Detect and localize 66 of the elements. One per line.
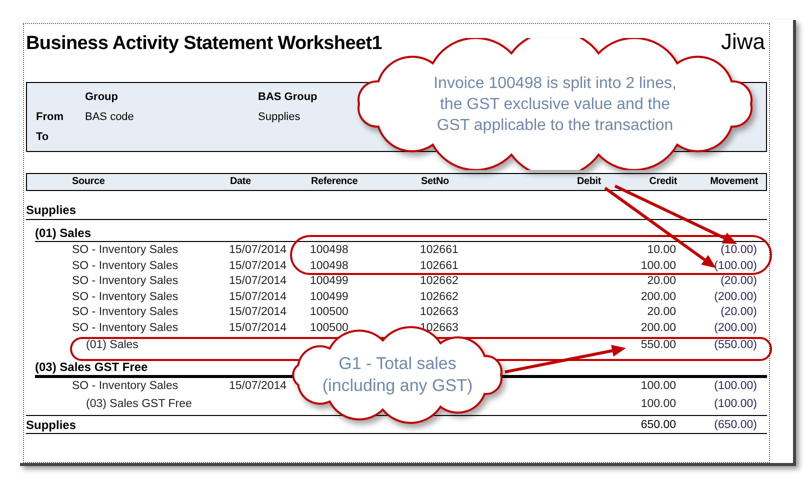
filter-label: To — [35, 130, 50, 145]
source-cell-text: SO - Inventory Sales — [71, 305, 180, 320]
credit-cell-text: 200.00 — [640, 290, 676, 304]
reference-cell-text: 100498 — [310, 243, 350, 258]
setno-cell-text: 102662 — [420, 290, 460, 304]
credit-cell-text: 550.00 — [640, 338, 676, 353]
subtotal-label: (03) Sales GST Free — [86, 398, 192, 410]
date-cell-text: 15/07/2014 — [229, 274, 288, 289]
credit-cell-text: 10.00 — [646, 243, 676, 258]
movement-cell-text: (650.00) — [713, 418, 757, 432]
column-header: Movement — [709, 175, 758, 189]
date-cell-text: 15/07/2014 — [229, 320, 288, 336]
date-cell-text: 15/07/2014 — [229, 290, 288, 304]
credit-cell-text: 100.00 — [640, 258, 676, 274]
column-header: Reference — [311, 175, 359, 189]
credit-cell-text: 20.00 — [646, 274, 676, 289]
column-header: Debit — [576, 175, 601, 189]
source-cell-text: SO - Inventory Sales — [71, 379, 180, 394]
movement-cell-text: (20.00) — [720, 305, 757, 320]
movement-cell-text: (200.00) — [713, 320, 757, 336]
source-cell-text: SO - Inventory Sales — [71, 320, 180, 336]
source-cell-text: SO - Inventory Sales — [71, 274, 180, 289]
date-cell-text: 15/07/2014 — [229, 243, 288, 258]
filter-label: From — [35, 110, 64, 125]
source-cell-text: SO - Inventory Sales — [71, 243, 180, 258]
logo: Jiwa — [720, 30, 765, 54]
reference-cell-text: 100500 — [310, 320, 350, 336]
column-header: Credit — [648, 175, 677, 189]
filter-value: Supplies — [258, 110, 302, 125]
setno-cell-text: 102661 — [420, 258, 460, 274]
source-cell-text: SO - Inventory Sales — [71, 258, 180, 274]
reference-cell-text: 100498 — [310, 258, 350, 274]
reference-cell-text: 100499 — [310, 290, 350, 304]
movement-cell-text: (100.00) — [713, 396, 757, 412]
filter-heading: BAS Group — [258, 90, 318, 105]
movement-cell-text: (200.00) — [713, 290, 757, 304]
filter-heading: Group — [85, 90, 119, 105]
reference-cell-text: 100499 — [310, 274, 350, 289]
setno-cell-text: 102662 — [420, 274, 460, 289]
report-title: Business Activity Statement Worksheet1 — [26, 32, 382, 56]
credit-cell-text: 650.00 — [640, 418, 676, 432]
callout-text: Invoice 100498 is split into 2 lines, the GST exclusive value and the GST applicable to the transaction — [434, 74, 676, 136]
date-cell-text: 15/07/2014 — [229, 258, 288, 274]
movement-cell-text: (550.00) — [713, 338, 757, 353]
credit-cell-text: 200.00 — [640, 320, 676, 336]
date-cell-text: 15/07/2014 — [229, 379, 288, 394]
filter-value: BAS code — [85, 110, 135, 125]
column-header: Source — [71, 175, 106, 189]
column-header: Date — [230, 175, 252, 189]
movement-cell-text: (20.00) — [720, 274, 757, 289]
section-title: Supplies — [26, 201, 767, 220]
column-header: SetNo — [421, 175, 450, 189]
credit-cell-text: 100.00 — [640, 379, 676, 394]
subtotal-label: (01) Sales — [86, 339, 138, 351]
movement-cell-text: (10.00) — [720, 243, 757, 258]
source-cell-text: SO - Inventory Sales — [71, 290, 180, 304]
movement-cell-text: (100.00) — [713, 379, 757, 394]
date-cell-text: 15/07/2014 — [229, 305, 288, 320]
credit-cell-text: 100.00 — [640, 396, 676, 412]
credit-cell-text: 20.00 — [646, 305, 676, 320]
reference-cell-text: 100500 — [310, 305, 350, 320]
setno-cell-text: 102663 — [420, 305, 460, 320]
total-label: Supplies — [26, 418, 76, 432]
movement-cell-text: (100.00) — [713, 258, 757, 274]
callout-text: G1 - Total sales (including any GST) — [322, 353, 473, 397]
setno-cell-text: 102661 — [420, 243, 460, 258]
